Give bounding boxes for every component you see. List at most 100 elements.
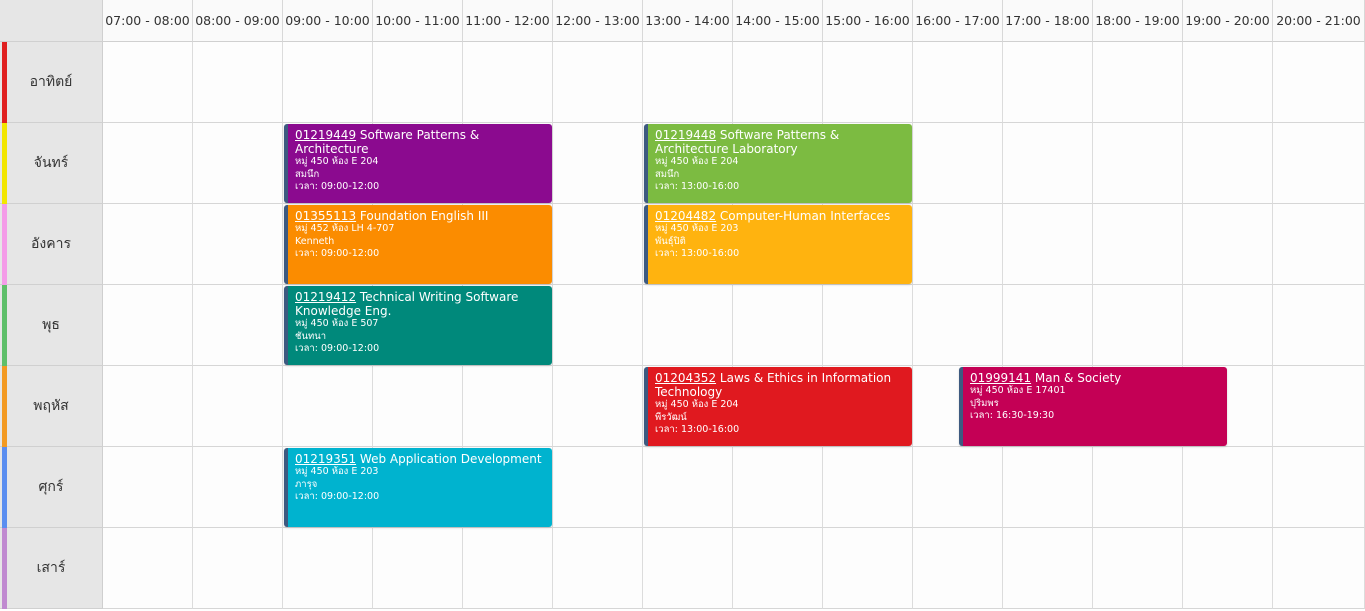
course-code-link[interactable]: 01204482	[655, 209, 716, 223]
time-cell[interactable]	[823, 42, 913, 123]
time-cell[interactable]	[1183, 447, 1273, 528]
course-code-link[interactable]: 01204352	[655, 371, 716, 385]
time-cell[interactable]	[1093, 528, 1183, 609]
time-cell[interactable]	[733, 42, 823, 123]
course-block[interactable]: 01999141 Man & Society หมู่ 450 ห้อง E 17…	[959, 367, 1227, 446]
time-cell[interactable]	[823, 528, 913, 609]
time-cell[interactable]	[643, 285, 733, 366]
time-cell[interactable]	[913, 285, 1003, 366]
course-title: 01219449 Software Patterns & Architectur…	[295, 128, 546, 156]
course-code-link[interactable]: 01219412	[295, 290, 356, 304]
course-code-link[interactable]: 01999141	[970, 371, 1031, 385]
course-time: เวลา: 09:00-12:00	[295, 248, 380, 259]
time-cell[interactable]	[283, 528, 373, 609]
time-cell[interactable]	[643, 528, 733, 609]
time-cell[interactable]	[1093, 285, 1183, 366]
time-cell[interactable]	[823, 285, 913, 366]
time-cell[interactable]	[103, 528, 193, 609]
time-cell[interactable]	[553, 447, 643, 528]
time-cell[interactable]	[463, 528, 553, 609]
time-cell[interactable]	[103, 123, 193, 204]
time-cell[interactable]	[1273, 42, 1365, 123]
time-cell[interactable]	[1273, 528, 1365, 609]
course-section: หมู่ 450 ห้อง E 203	[295, 466, 379, 477]
time-cell[interactable]	[193, 123, 283, 204]
time-cell[interactable]	[103, 42, 193, 123]
course-instructor: พีรวัฒน์	[655, 411, 687, 423]
time-cell[interactable]	[283, 42, 373, 123]
time-cell[interactable]	[1273, 285, 1365, 366]
course-instructor: สมนึก	[655, 168, 680, 180]
course-block[interactable]: 01219412 Technical Writing Software Know…	[284, 286, 552, 365]
course-block[interactable]: 01204352 Laws & Ethics in Information Te…	[644, 367, 912, 446]
time-cell[interactable]	[733, 528, 823, 609]
time-cell[interactable]	[553, 285, 643, 366]
time-cell[interactable]	[373, 42, 463, 123]
time-cell[interactable]	[193, 285, 283, 366]
course-block[interactable]: 01219449 Software Patterns & Architectur…	[284, 124, 552, 203]
course-instructor: สมนึก	[295, 168, 320, 180]
time-cell[interactable]	[1273, 447, 1365, 528]
time-cell[interactable]	[1183, 528, 1273, 609]
time-cell[interactable]	[283, 366, 373, 447]
time-cell[interactable]	[1093, 204, 1183, 285]
time-cell[interactable]	[1093, 447, 1183, 528]
time-cell[interactable]	[823, 447, 913, 528]
time-cell[interactable]	[1183, 204, 1273, 285]
course-block[interactable]: 01355113 Foundation English III หมู่ 452 …	[284, 205, 552, 284]
time-cell[interactable]	[463, 366, 553, 447]
course-time: เวลา: 16:30-19:30	[970, 410, 1055, 421]
course-code-link[interactable]: 01355113	[295, 209, 356, 223]
time-cell[interactable]	[103, 204, 193, 285]
time-cell[interactable]	[553, 528, 643, 609]
time-cell[interactable]	[1003, 447, 1093, 528]
time-cell[interactable]	[1093, 42, 1183, 123]
time-cell[interactable]	[733, 447, 823, 528]
time-cell[interactable]	[553, 42, 643, 123]
time-cell[interactable]	[913, 42, 1003, 123]
time-cell[interactable]	[1183, 123, 1273, 204]
course-code-link[interactable]: 01219449	[295, 128, 356, 142]
time-cell[interactable]	[1273, 123, 1365, 204]
time-cell[interactable]	[193, 204, 283, 285]
time-cell[interactable]	[1183, 285, 1273, 366]
time-cell[interactable]	[733, 285, 823, 366]
course-code-link[interactable]: 01219448	[655, 128, 716, 142]
time-cell[interactable]	[553, 204, 643, 285]
time-cell[interactable]	[913, 123, 1003, 204]
time-cell[interactable]	[373, 366, 463, 447]
time-cell[interactable]	[1093, 123, 1183, 204]
course-block[interactable]: 01219448 Software Patterns & Architectur…	[644, 124, 912, 203]
course-title: 01355113 Foundation English III	[295, 209, 546, 223]
time-cell[interactable]	[193, 366, 283, 447]
time-cell[interactable]	[913, 204, 1003, 285]
time-cell[interactable]	[913, 447, 1003, 528]
day-label: อังคาร	[0, 204, 103, 285]
time-cell[interactable]	[193, 528, 283, 609]
course-section: หมู่ 450 ห้อง E 204	[655, 399, 739, 410]
time-cell[interactable]	[103, 366, 193, 447]
time-cell[interactable]	[463, 42, 553, 123]
time-cell[interactable]	[553, 366, 643, 447]
time-cell[interactable]	[1273, 204, 1365, 285]
time-cell[interactable]	[373, 528, 463, 609]
time-cell[interactable]	[1003, 123, 1093, 204]
time-cell[interactable]	[103, 285, 193, 366]
course-code-link[interactable]: 01219351	[295, 452, 356, 466]
time-cell[interactable]	[913, 528, 1003, 609]
course-block[interactable]: 01219351 Web Application Development หมู่…	[284, 448, 552, 527]
time-cell[interactable]	[103, 447, 193, 528]
time-cell[interactable]	[193, 447, 283, 528]
time-cell[interactable]	[1003, 204, 1093, 285]
time-cell[interactable]	[1183, 42, 1273, 123]
time-cell[interactable]	[643, 447, 733, 528]
time-cell[interactable]	[1273, 366, 1365, 447]
time-cell[interactable]	[553, 123, 643, 204]
time-cell[interactable]	[1003, 528, 1093, 609]
day-label: พฤหัส	[0, 366, 103, 447]
time-cell[interactable]	[643, 42, 733, 123]
course-block[interactable]: 01204482 Computer-Human Interfaces หมู่ 4…	[644, 205, 912, 284]
time-cell[interactable]	[1003, 285, 1093, 366]
time-cell[interactable]	[1003, 42, 1093, 123]
time-cell[interactable]	[193, 42, 283, 123]
